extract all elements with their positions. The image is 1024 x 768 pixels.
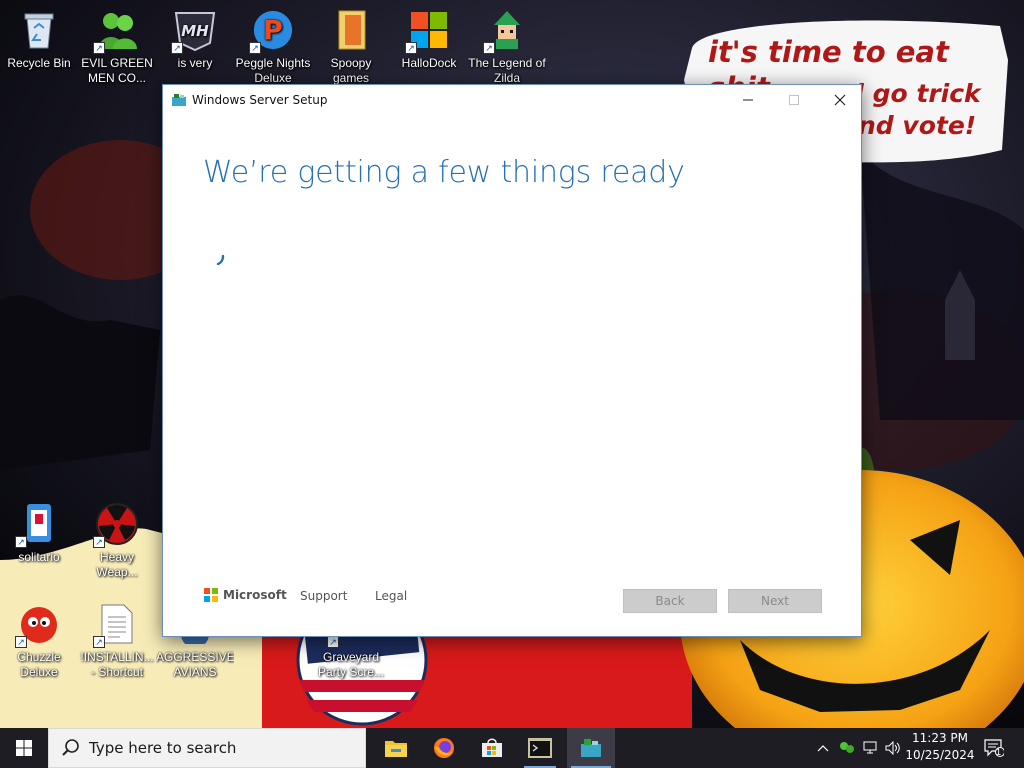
- title-bar[interactable]: Windows Server Setup: [163, 85, 861, 115]
- network-button[interactable]: [860, 728, 882, 768]
- setup-icon: [581, 739, 601, 757]
- desktop-icon-is-very[interactable]: MH ↗ is very: [156, 8, 234, 71]
- desktop-icon-label: is very: [177, 56, 213, 70]
- microsoft-brand-text: Microsoft: [223, 588, 287, 602]
- desktop-icon-recycle-bin[interactable]: Recycle Bin: [0, 8, 78, 71]
- shortcut-arrow-icon: ↗: [93, 636, 105, 648]
- shortcut-arrow-icon: ↗: [15, 636, 27, 648]
- desktop-icon-label: !INSTALLIN... - Shortcut: [80, 650, 154, 679]
- desktop-icon-legend-of-zilda[interactable]: ↗ The Legend of Zilda: [468, 8, 546, 86]
- desktop-icon-label: The Legend of Zilda: [468, 56, 546, 85]
- file-explorer-icon: [385, 741, 407, 757]
- zilda-icon: ↗: [483, 8, 529, 54]
- desktop-icon-label: Peggle Nights Deluxe: [235, 56, 311, 85]
- speech-line-2: d go trick: [846, 79, 981, 108]
- next-button[interactable]: Next: [728, 589, 822, 613]
- loading-spinner-icon: [216, 255, 225, 265]
- shortcut-arrow-icon: ↗: [93, 42, 105, 54]
- tray-overflow-button[interactable]: [812, 728, 834, 768]
- desktop-icon-label: Recycle Bin: [7, 56, 71, 70]
- desktop-icon-label: HalloDock: [401, 56, 457, 70]
- maximize-button[interactable]: [771, 85, 817, 115]
- windows-start-icon: [16, 740, 32, 756]
- support-link[interactable]: Support: [300, 589, 347, 603]
- window-title: Windows Server Setup: [192, 93, 328, 107]
- desktop-icon-spoopy-games[interactable]: Spoopy games: [312, 8, 390, 86]
- taskbar-search-box[interactable]: Type here to search: [48, 728, 366, 768]
- document-icon: ↗: [93, 602, 139, 648]
- microsoft-logo-icon: [204, 588, 218, 602]
- tray-app-button[interactable]: [836, 728, 858, 768]
- maximize-icon: [789, 95, 799, 105]
- svg-text:MH: MH: [181, 22, 209, 40]
- desktop-icon-label: Graveyard Party Scre...: [317, 650, 385, 679]
- terminal-icon: [528, 738, 552, 758]
- close-icon: [834, 94, 846, 106]
- minimize-icon: [743, 99, 753, 101]
- desktop-icon-heavy-weapon[interactable]: ↗ Heavy Weap...: [78, 502, 156, 580]
- desktop-icon-hallodock[interactable]: ↗ HalloDock: [390, 8, 468, 71]
- setup-app-icon: [172, 94, 186, 106]
- green-men-icon: ↗: [93, 8, 139, 54]
- recycle-bin-icon: [17, 8, 61, 52]
- store-icon: [482, 738, 502, 757]
- taskbar-file-explorer[interactable]: [372, 728, 420, 768]
- taskbar-firefox[interactable]: [420, 728, 468, 768]
- windows-logo-icon: ↗: [405, 8, 451, 54]
- chuzzle-icon: ↗: [15, 602, 61, 648]
- shortcut-arrow-icon: ↗: [483, 42, 495, 54]
- start-button[interactable]: [0, 728, 48, 768]
- taskbar-terminal[interactable]: [516, 728, 564, 768]
- close-button[interactable]: [817, 85, 863, 115]
- taskbar-clock[interactable]: 11:23 PM 10/25/2024: [898, 730, 982, 764]
- microsoft-logo: Microsoft: [204, 588, 287, 602]
- desktop-icon-label: Heavy Weap...: [96, 550, 138, 579]
- radiation-icon: ↗: [93, 502, 139, 548]
- peggle-icon: P ↗: [249, 8, 295, 54]
- desktop-icon-chuzzle[interactable]: ↗ Chuzzle Deluxe: [0, 602, 78, 680]
- shortcut-arrow-icon: ↗: [249, 42, 261, 54]
- shortcut-arrow-icon: ↗: [171, 42, 183, 54]
- notification-count: 1: [996, 747, 1002, 757]
- clock-date: 10/25/2024: [905, 748, 975, 762]
- folder-icon: [329, 8, 373, 52]
- solitaire-icon: ↗: [15, 502, 61, 548]
- setup-window[interactable]: Windows Server Setup We’re getting a few…: [162, 84, 862, 637]
- desktop-icon-installing-shortcut[interactable]: ↗ !INSTALLIN... - Shortcut: [78, 602, 156, 680]
- desktop-icon-label: AGGRESSIVE AVIANS: [156, 650, 234, 679]
- desktop-icon-evil-green-men[interactable]: ↗ EVIL GREEN MEN CO...: [78, 8, 156, 86]
- svg-text:P: P: [263, 16, 283, 47]
- network-icon: [863, 741, 877, 754]
- green-tray-icon: [840, 742, 854, 753]
- shortcut-arrow-icon: ↗: [405, 42, 417, 54]
- notification-center-button[interactable]: 1: [980, 728, 1008, 768]
- back-button[interactable]: Back: [623, 589, 717, 613]
- clock-time: 11:23 PM: [912, 731, 968, 745]
- shortcut-arrow-icon: ↗: [93, 536, 105, 548]
- taskbar-setup[interactable]: [567, 728, 615, 768]
- desktop-icon-label: Spoopy games: [330, 56, 372, 85]
- legal-link[interactable]: Legal: [375, 589, 407, 603]
- page-heading: We’re getting a few things ready: [203, 155, 685, 190]
- desktop-icon-label: Chuzzle Deluxe: [17, 650, 61, 679]
- shortcut-arrow-icon: ↗: [327, 636, 339, 648]
- speech-line-3: nd vote!: [858, 111, 977, 140]
- mh-logo-icon: MH ↗: [171, 8, 217, 54]
- shortcut-arrow-icon: ↗: [15, 536, 27, 548]
- desktop-icon-solitario[interactable]: ↗ solitario: [0, 502, 78, 565]
- minimize-button[interactable]: [725, 85, 771, 115]
- search-placeholder: Type here to search: [89, 739, 237, 757]
- desktop-icon-peggle[interactable]: P ↗ Peggle Nights Deluxe: [234, 8, 312, 86]
- desktop-icon-label: EVIL GREEN MEN CO...: [81, 56, 153, 85]
- taskbar-store[interactable]: [468, 728, 516, 768]
- chevron-up-icon: [817, 745, 829, 752]
- firefox-icon: [434, 738, 454, 758]
- search-icon: [62, 739, 79, 756]
- desktop-icon-label: solitario: [18, 550, 60, 564]
